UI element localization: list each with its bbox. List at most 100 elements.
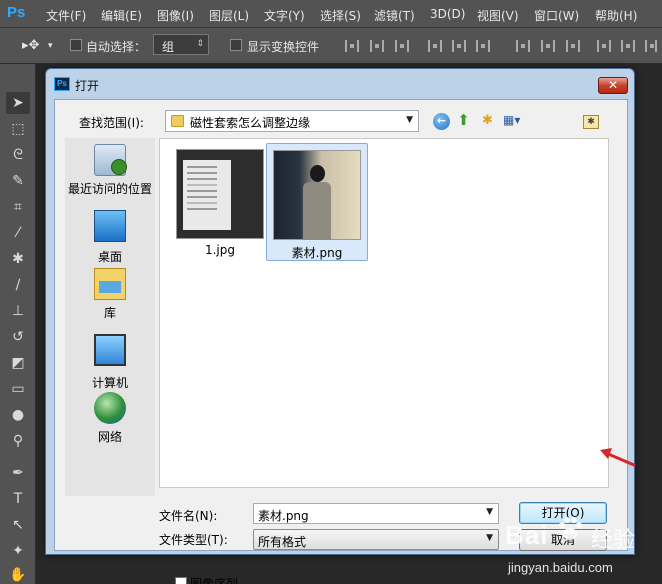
auto-select-checkbox[interactable] — [70, 39, 82, 51]
place-recent[interactable]: 最近访问的位置 — [65, 144, 155, 197]
auto-select-target-dropdown[interactable]: 组 ⇕ — [153, 34, 209, 55]
distribute-hcenter-icon[interactable] — [621, 40, 635, 52]
file-type-value: 所有格式 — [258, 535, 307, 549]
dialog-titlebar[interactable]: Ps 打开 ✕ — [46, 69, 634, 99]
align-hcenter-icon[interactable] — [452, 40, 466, 52]
lasso-tool-icon[interactable]: ᘓ — [6, 144, 30, 166]
image-sequence-label: 图像序列 — [190, 577, 239, 584]
file-name-field[interactable]: 素材.png ▼ — [253, 503, 499, 524]
look-in-dropdown[interactable]: 磁性套索怎么调整边缘 ▼ — [165, 110, 419, 132]
align-bottom-icon[interactable] — [395, 40, 409, 52]
distribute-top-icon[interactable] — [516, 40, 530, 52]
menu-edit[interactable]: 编辑(E) — [101, 7, 142, 24]
file-item[interactable]: 1.jpg — [170, 143, 272, 261]
tool-preset-arrow-icon[interactable]: ▾ — [48, 41, 53, 51]
file-type-dropdown[interactable]: 所有格式 ▼ — [253, 529, 499, 550]
path-selection-tool-icon[interactable]: ↖ — [6, 514, 30, 536]
menu-window[interactable]: 窗口(W) — [534, 7, 579, 24]
file-name-label: 文件名(N): — [159, 509, 218, 523]
dialog-title: 打开 — [75, 79, 100, 93]
distribute-right-icon[interactable] — [645, 40, 657, 52]
crop-tool-icon[interactable]: ⌗ — [6, 196, 30, 218]
desktop-icon — [94, 210, 126, 242]
file-name: 1.jpg — [204, 243, 236, 257]
up-folder-icon[interactable]: ⬆ — [455, 113, 472, 130]
marquee-tool-icon[interactable]: ⬚ — [6, 118, 30, 140]
menu-image[interactable]: 图像(I) — [157, 7, 194, 24]
menu-type[interactable]: 文字(Y) — [264, 7, 305, 24]
place-label: 桌面 — [97, 250, 122, 264]
brush-tool-icon[interactable]: ∕ — [6, 274, 30, 296]
image-sequence-checkbox[interactable] — [175, 577, 187, 584]
back-icon[interactable]: ← — [433, 113, 450, 130]
blur-tool-icon[interactable]: ● — [6, 404, 30, 426]
options-bar: ▸✥ ▾ 自动选择： 组 ⇕ 显示变换控件 — [0, 28, 662, 64]
place-label: 库 — [103, 306, 116, 320]
close-button[interactable]: ✕ — [598, 77, 628, 94]
clone-stamp-tool-icon[interactable]: ⊥ — [6, 300, 30, 322]
menu-select[interactable]: 选择(S) — [320, 7, 361, 24]
place-desktop[interactable]: 桌面 — [65, 206, 155, 264]
view-menu-icon[interactable]: ▦▾ — [503, 113, 527, 130]
show-transform-label: 显示变换控件 — [247, 40, 320, 54]
place-network[interactable]: 网络 — [65, 392, 155, 445]
photoshop-app-icon: Ps — [54, 77, 70, 91]
history-brush-tool-icon[interactable]: ↺ — [6, 326, 30, 348]
healing-brush-tool-icon[interactable]: ✱ — [6, 248, 30, 270]
align-right-icon[interactable] — [476, 40, 490, 52]
eyedropper-tool-icon[interactable]: ⁄ — [6, 222, 30, 244]
menu-file[interactable]: 文件(F) — [46, 7, 86, 24]
chevron-down-icon[interactable]: ▼ — [486, 507, 493, 517]
spinner-arrows-icon: ⇕ — [196, 39, 204, 49]
place-computer[interactable]: 计算机 — [65, 330, 155, 390]
align-left-icon[interactable] — [428, 40, 442, 52]
move-tool-icon[interactable]: ▸✥ — [22, 38, 39, 53]
open-file-dialog: Ps 打开 ✕ 查找范围(I): 磁性套索怎么调整边缘 ▼ ← ⬆ ✱ ▦▾ ✱… — [45, 68, 635, 584]
file-list[interactable]: 1.jpg 素材.png — [159, 138, 609, 488]
menu-3d[interactable]: 3D(D) — [430, 7, 465, 21]
dodge-tool-icon[interactable]: ⚲ — [6, 430, 30, 452]
file-name-value: 素材.png — [258, 509, 309, 523]
chevron-down-icon: ▼ — [486, 533, 493, 543]
custom-shape-tool-icon[interactable]: ✦ — [6, 540, 30, 562]
file-type-label: 文件类型(T): — [159, 533, 228, 547]
distribute-vcenter-icon[interactable] — [541, 40, 555, 52]
new-folder-icon[interactable]: ✱ — [479, 113, 496, 130]
eraser-tool-icon[interactable]: ◩ — [6, 352, 30, 374]
tools-panel: ➤ ⬚ ᘓ ✎ ⌗ ⁄ ✱ ∕ ⊥ ↺ ◩ ▭ ● ⚲ ✒ T ↖ ✦ ✋ — [0, 64, 36, 584]
place-library[interactable]: 库 — [65, 268, 155, 321]
network-icon — [94, 392, 126, 424]
menu-filter[interactable]: 滤镜(T) — [374, 7, 415, 24]
dropdown-value: 组 — [162, 40, 175, 54]
folder-icon — [171, 115, 184, 127]
menu-view[interactable]: 视图(V) — [477, 7, 519, 24]
library-icon — [94, 268, 126, 300]
hand-tool-icon[interactable]: ✋ — [6, 564, 30, 584]
file-thumbnail — [273, 150, 361, 240]
bridge-icon[interactable]: ✱ — [583, 115, 599, 129]
file-name: 素材.png — [291, 246, 343, 260]
chevron-down-icon: ▼ — [406, 115, 413, 125]
menu-layer[interactable]: 图层(L) — [209, 7, 249, 24]
file-item-selected[interactable]: 素材.png — [266, 143, 368, 261]
distribute-bottom-icon[interactable] — [566, 40, 580, 52]
menu-help[interactable]: 帮助(H) — [595, 7, 637, 24]
align-top-icon[interactable] — [345, 40, 359, 52]
distribute-left-icon[interactable] — [597, 40, 611, 52]
quick-select-tool-icon[interactable]: ✎ — [6, 170, 30, 192]
place-label: 网络 — [97, 430, 122, 444]
gradient-tool-icon[interactable]: ▭ — [6, 378, 30, 400]
photoshop-logo: Ps — [7, 4, 26, 21]
paw-icon — [559, 517, 582, 540]
file-thumbnail — [176, 149, 264, 239]
align-vcenter-icon[interactable] — [370, 40, 384, 52]
look-in-label: 查找范围(I): — [79, 116, 144, 130]
move-tool-icon[interactable]: ➤ — [6, 92, 30, 114]
annotation-arrow-icon — [600, 448, 636, 467]
watermark-brand: Bai — [505, 520, 549, 550]
pen-tool-icon[interactable]: ✒ — [6, 462, 30, 484]
type-tool-icon[interactable]: T — [6, 488, 30, 510]
look-in-value: 磁性套索怎么调整边缘 — [190, 116, 311, 130]
show-transform-checkbox[interactable] — [230, 39, 242, 51]
place-label: 最近访问的位置 — [67, 182, 152, 196]
